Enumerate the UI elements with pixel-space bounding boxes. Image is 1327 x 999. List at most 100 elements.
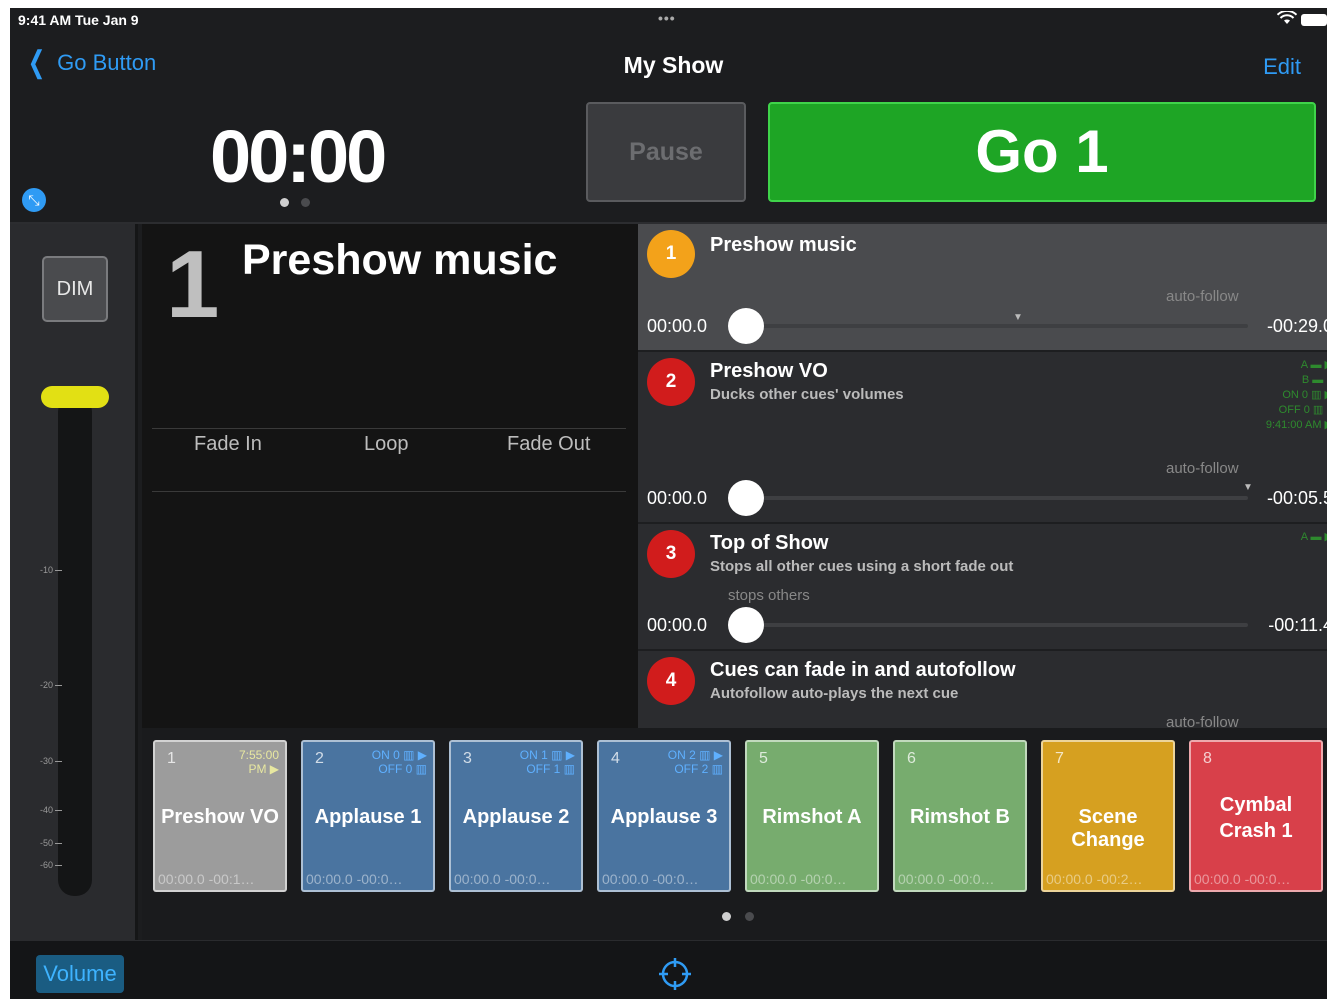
cue-elapsed: 00:00.0: [647, 488, 708, 508]
tile-label: Rimshot A: [762, 806, 862, 828]
cue-list: 1 Preshow music auto-follow 00:00.0 ▼ -0…: [638, 224, 1327, 728]
tile-number: 3: [463, 750, 472, 767]
edit-button[interactable]: Edit: [1263, 54, 1301, 80]
tile-number: 8: [1203, 750, 1212, 767]
cue-subtitle: Ducks other cues' volumes: [710, 386, 904, 403]
cue-title: Top of Show: [710, 532, 829, 554]
cue-triggers: A ▬ ▶ B ▬ ■ ON 0 ▥ ▶ OFF 0 ▥ ■ 9:41:00 A…: [1266, 358, 1327, 433]
tile-label: Rimshot B: [910, 806, 1010, 828]
cue-progress-knob[interactable]: [728, 308, 764, 344]
volume-slider-track[interactable]: [58, 396, 92, 896]
trigger-line: B ▬ ■: [1301, 374, 1327, 386]
tile-label: Cymbal Crash 1: [1219, 794, 1293, 842]
tile-info-line: OFF 0 ▥: [378, 762, 427, 776]
fade-out-control[interactable]: Fade Out: [507, 433, 590, 456]
volume-tick: -20: [40, 680, 62, 690]
grid-page-indicator[interactable]: [722, 912, 754, 921]
loop-control[interactable]: Loop: [364, 433, 409, 456]
tile-info-line: 7:55:00: [238, 748, 279, 762]
timer-page-indicator[interactable]: [280, 198, 310, 207]
cue-progress-track[interactable]: [748, 496, 1248, 500]
wifi-icon: [1276, 9, 1298, 28]
cue-elapsed: 00:00.0: [647, 615, 708, 635]
page-dot[interactable]: [722, 912, 731, 921]
go-button[interactable]: Go 1: [768, 102, 1316, 202]
page-title: My Show: [623, 52, 724, 78]
cue-progress-track[interactable]: [748, 324, 1248, 328]
cue-row[interactable]: 2 Preshow VO Ducks other cues' volumes A…: [638, 352, 1327, 524]
tile-times: 00:00.0 -00:2…: [1046, 871, 1143, 887]
tile-info-line: ON 1 ▥ ▶: [519, 748, 575, 762]
tile-times: 00:00.0 -00:0…: [750, 871, 847, 887]
tile-number: 7: [1055, 750, 1064, 767]
pause-button[interactable]: Pause: [586, 102, 746, 202]
tile-number: 2: [315, 750, 324, 767]
cue-tile-rimshot-b[interactable]: 6 Rimshot B 00:00.0 -00:0…: [893, 740, 1027, 892]
volume-slider-knob[interactable]: [41, 386, 109, 408]
tile-trigger-info: ON 0 ▥ ▶ OFF 0 ▥: [372, 748, 427, 776]
dim-button[interactable]: DIM: [42, 256, 108, 322]
tile-number: 1: [167, 750, 176, 767]
tile-info-line: OFF 2 ▥: [674, 762, 723, 776]
expand-icon[interactable]: ⤡: [22, 188, 46, 212]
cue-tile-preshow-vo[interactable]: 1 7:55:00 PM ▶ Preshow VO 00:00.0 -00:1…: [153, 740, 287, 892]
cue-progress-knob[interactable]: [728, 480, 764, 516]
status-time: 9:41 AM Tue Jan 9: [18, 12, 139, 28]
cue-progress-knob[interactable]: [728, 607, 764, 643]
fade-marker-icon: ▼: [1243, 482, 1253, 493]
cue-remaining: -00:05.5: [1266, 488, 1327, 508]
tile-trigger-info: 7:55:00 PM ▶: [239, 748, 279, 776]
current-cue-name: Preshow music: [242, 236, 558, 284]
volume-tick: -50: [40, 838, 62, 848]
trigger-line: OFF 0 ▥ ■: [1278, 404, 1327, 416]
tile-times: 00:00.0 -00:0…: [898, 871, 995, 887]
tile-number: 6: [907, 750, 916, 767]
cue-number-badge: 1: [647, 230, 695, 278]
tile-label: Applause 1: [314, 806, 422, 828]
fade-in-control[interactable]: Fade In: [194, 433, 262, 456]
cue-tile-cymbal-crash-1[interactable]: 8 Cymbal Crash 1 00:00.0 -00:0…: [1189, 740, 1323, 892]
tile-times: 00:00.0 -00:0…: [1194, 871, 1291, 887]
page-dot[interactable]: [301, 198, 310, 207]
tile-trigger-info: ON 2 ▥ ▶ OFF 2 ▥: [668, 748, 723, 776]
current-cue-number: 1: [166, 231, 220, 338]
tile-label: Applause 2: [462, 806, 570, 828]
cue-row[interactable]: 4 Cues can fade in and autofollow Autofo…: [638, 651, 1327, 728]
cue-note: auto-follow: [1166, 714, 1239, 728]
cue-tile-applause-2[interactable]: 3 ON 1 ▥ ▶ OFF 1 ▥ Applause 2 00:00.0 -0…: [449, 740, 583, 892]
tile-number: 4: [611, 750, 620, 767]
cue-row[interactable]: 3 Top of Show Stops all other cues using…: [638, 524, 1327, 651]
fade-controls: Fade In Loop Fade Out: [152, 428, 626, 492]
cue-tile-applause-3[interactable]: 4 ON 2 ▥ ▶ OFF 2 ▥ Applause 3 00:00.0 -0…: [597, 740, 731, 892]
cue-triggers: A ▬ ▶: [1301, 530, 1327, 545]
page-dot[interactable]: [745, 912, 754, 921]
multitask-dots[interactable]: •••: [658, 10, 676, 26]
bottom-toolbar: Volume: [10, 940, 1327, 999]
tile-label: Preshow VO: [161, 806, 279, 828]
volume-panel: DIM -10 -20 -30 -40 -50 -60: [10, 224, 138, 940]
tile-number: 5: [759, 750, 768, 767]
trigger-line: A ▬ ▶: [1300, 359, 1327, 371]
cue-tile-applause-1[interactable]: 2 ON 0 ▥ ▶ OFF 0 ▥ Applause 1 00:00.0 -0…: [301, 740, 435, 892]
cue-number-badge: 4: [647, 657, 695, 705]
cue-tile-scene-change[interactable]: 7 Scene Change 00:00.0 -00:2…: [1041, 740, 1175, 892]
cue-remaining: -00:11.4: [1268, 615, 1327, 635]
volume-tick: -60: [40, 860, 62, 870]
fade-marker-icon: ▼: [1013, 312, 1023, 323]
cue-note: auto-follow: [1166, 288, 1239, 305]
cue-subtitle: Autofollow auto-plays the next cue: [710, 685, 959, 702]
cue-progress-track[interactable]: [748, 623, 1248, 627]
tile-info-line: ON 2 ▥ ▶: [667, 748, 723, 762]
cue-row[interactable]: 1 Preshow music auto-follow 00:00.0 ▼ -0…: [638, 224, 1327, 352]
tile-times: 00:00.0 -00:0…: [454, 871, 551, 887]
cue-title: Cues can fade in and autofollow: [710, 659, 1016, 681]
volume-button[interactable]: Volume: [36, 955, 124, 993]
cue-note: stops others: [728, 587, 810, 604]
trigger-line: ON 0 ▥ ▶: [1282, 389, 1327, 401]
cue-tile-rimshot-a[interactable]: 5 Rimshot A 00:00.0 -00:0…: [745, 740, 879, 892]
tile-label: Scene Change: [1071, 806, 1145, 851]
page-dot[interactable]: [280, 198, 289, 207]
tile-trigger-info: ON 1 ▥ ▶ OFF 1 ▥: [520, 748, 575, 776]
tile-times: 00:00.0 -00:0…: [306, 871, 403, 887]
crosshair-icon[interactable]: [658, 957, 692, 991]
